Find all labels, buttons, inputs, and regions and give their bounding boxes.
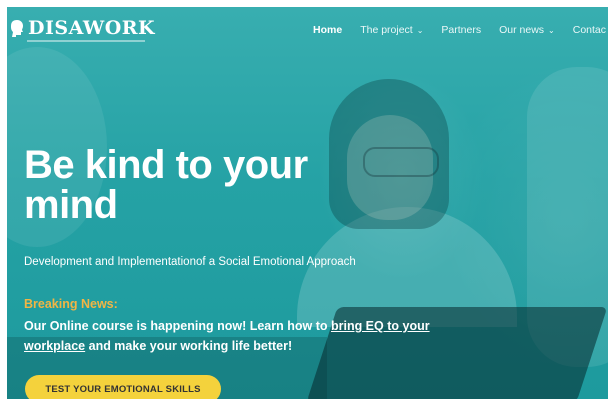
background-photo-person-right [527, 67, 608, 367]
nav-our-news-label: Our news [499, 24, 545, 36]
nav-contact-label: Contac [572, 24, 607, 36]
news-text-suffix: and make your working life better! [85, 339, 293, 353]
nav-the-project-label: The project [360, 24, 413, 36]
chevron-down-icon: ⌄ [548, 25, 555, 35]
hero-headline: Be kind to your mind [24, 143, 308, 227]
site-logo[interactable]: DISAWORK [10, 18, 155, 38]
breaking-news-label: Breaking News: [24, 297, 118, 311]
nav-home[interactable]: Home [313, 24, 342, 36]
logo-text: DISAWORK [28, 17, 156, 39]
nav-partners[interactable]: Partners [441, 24, 481, 36]
breaking-news-text: Our Online course is happening now! Lear… [24, 316, 454, 356]
hero-section: DISAWORK Home The project ⌄ Partners Our… [7, 7, 608, 399]
chevron-down-icon: ⌄ [416, 25, 424, 35]
nav-home-label: Home [313, 24, 343, 36]
nav-the-project[interactable]: The project ⌄ [360, 24, 423, 36]
logo-tagline-line [27, 40, 145, 42]
news-text-prefix: Our Online course is happening now! Lear… [24, 319, 331, 333]
head-silhouette-icon [11, 20, 23, 37]
nav-our-news[interactable]: Our news ⌄ [499, 24, 555, 36]
test-emotional-skills-button[interactable]: TEST YOUR EMOTIONAL SKILLS [25, 375, 221, 399]
hero-subheadline: Development and Implementationof a Socia… [24, 256, 356, 268]
nav-contact[interactable]: Contac [573, 24, 606, 36]
nav-partners-label: Partners [441, 24, 482, 36]
main-nav: Home The project ⌄ Partners Our news ⌄ C… [313, 24, 608, 36]
